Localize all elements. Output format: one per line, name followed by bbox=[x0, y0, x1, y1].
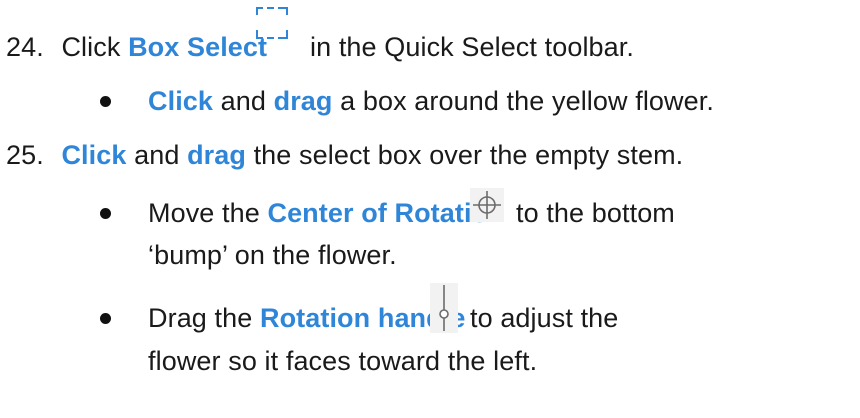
box-select-icon bbox=[256, 7, 288, 39]
step-text: in the Quick Select toolbar. bbox=[310, 32, 634, 62]
instruction-document: 24. Click Box Select in the Quick Select… bbox=[0, 0, 860, 418]
step-25-bullet1-line: Move the Center of Rotation bbox=[148, 196, 505, 230]
bullet-text: ‘bump’ on the flower. bbox=[148, 240, 397, 270]
step-25-bullet1-rest: to the bottom bbox=[516, 196, 675, 230]
bullet-text: and bbox=[213, 86, 274, 116]
bullet-dot bbox=[100, 96, 111, 107]
center-of-rotation-icon bbox=[470, 188, 504, 222]
step-25-line: 25. Click and drag the select box over t… bbox=[6, 138, 683, 172]
keyword-drag: drag bbox=[273, 86, 333, 116]
rotation-handle-icon bbox=[430, 283, 458, 333]
keyword-box-select: Box Select bbox=[128, 32, 268, 62]
step-text: Click bbox=[61, 32, 129, 62]
bullet-text: to the bottom bbox=[516, 198, 675, 228]
step-25-bullet2-line: Drag the Rotation handle bbox=[148, 301, 465, 335]
keyword-drag: drag bbox=[187, 140, 246, 170]
step-25-bullet2-line2: flower so it faces toward the left. bbox=[148, 344, 537, 378]
bullet-text: Move the bbox=[148, 198, 268, 228]
bullet-text: a box around the yellow flower. bbox=[332, 86, 714, 116]
bullet-text: to adjust the bbox=[470, 303, 619, 333]
step-24-bullet-line: Click and drag a box around the yellow f… bbox=[148, 84, 714, 118]
step-number: 25. bbox=[6, 140, 44, 170]
step-24-line: 24. Click Box Select bbox=[6, 30, 267, 64]
bullet-dot bbox=[100, 208, 111, 219]
step-text: the select box over the empty stem. bbox=[245, 140, 684, 170]
keyword-click: Click bbox=[148, 86, 214, 116]
step-text: and bbox=[126, 140, 188, 170]
step-25-bullet2-rest: to adjust the bbox=[470, 301, 618, 335]
bullet-text: Drag the bbox=[148, 303, 260, 333]
step-25-bullet1-line2: ‘bump’ on the flower. bbox=[148, 238, 397, 272]
keyword-click: Click bbox=[61, 140, 127, 170]
step-number: 24. bbox=[6, 32, 44, 62]
bullet-dot bbox=[100, 313, 111, 324]
step-24-rest: in the Quick Select toolbar. bbox=[310, 30, 634, 64]
bullet-text: flower so it faces toward the left. bbox=[148, 346, 538, 376]
